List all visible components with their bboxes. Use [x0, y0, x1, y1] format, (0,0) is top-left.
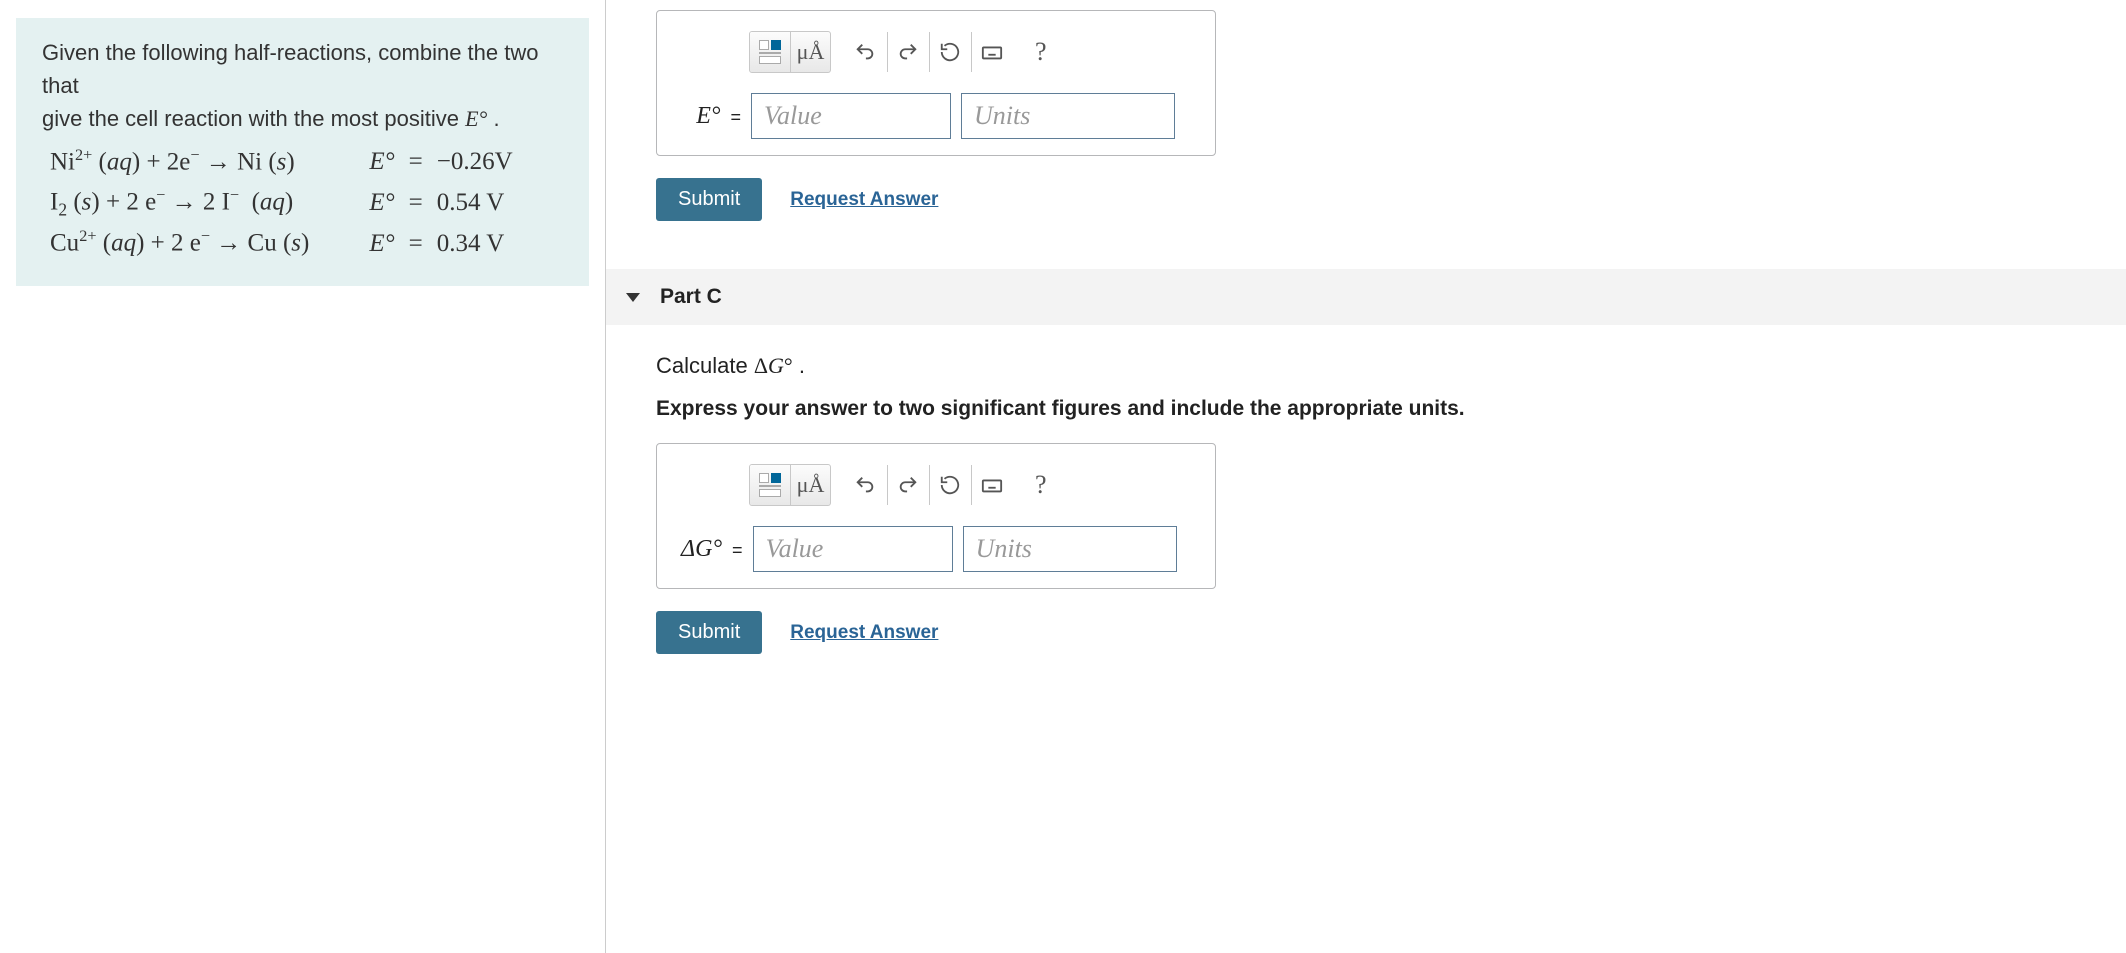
part-c-header[interactable]: Part C	[606, 269, 2126, 325]
keyboard-button[interactable]	[971, 465, 1011, 505]
units-button[interactable]: μÅ	[790, 465, 830, 505]
answer-box-part-c: μÅ ?	[656, 443, 1216, 589]
reaction-formula: Ni2+ (aq) + 2e− → Ni (s)	[44, 143, 315, 181]
fraction-icon	[759, 40, 781, 64]
fraction-template-button[interactable]	[750, 32, 790, 72]
reset-icon	[939, 474, 961, 496]
answer-label-part-b: E° =	[681, 103, 741, 130]
keyboard-button[interactable]	[971, 32, 1011, 72]
e-label: E°	[369, 230, 394, 257]
e-value: 0.54 V	[431, 183, 519, 223]
help-button[interactable]: ?	[1025, 37, 1057, 67]
reset-button[interactable]	[929, 32, 969, 72]
submit-button-part-c[interactable]: Submit	[656, 611, 762, 654]
toolbar-part-c: μÅ ?	[743, 458, 1201, 512]
units-input-part-c[interactable]	[963, 526, 1177, 572]
e-value: 0.34 V	[431, 224, 519, 262]
redo-icon	[897, 474, 919, 496]
half-reactions-table: Ni2+ (aq) + 2e− → Ni (s) E° = −0.26V I2 …	[42, 141, 521, 264]
undo-button[interactable]	[845, 465, 885, 505]
redo-icon	[897, 41, 919, 63]
e-value: −0.26V	[431, 143, 519, 181]
e-label: E°	[369, 148, 394, 175]
equals: =	[403, 143, 429, 181]
undo-button[interactable]	[845, 32, 885, 72]
reset-icon	[939, 41, 961, 63]
redo-button[interactable]	[887, 465, 927, 505]
keyboard-icon	[981, 474, 1003, 496]
fraction-icon	[759, 473, 781, 497]
answer-label-part-c: ΔG° =	[681, 536, 743, 563]
help-button[interactable]: ?	[1025, 470, 1057, 500]
toolbar-part-b: μÅ ?	[743, 25, 1201, 79]
request-answer-link-part-b[interactable]: Request Answer	[790, 189, 938, 211]
fraction-template-button[interactable]	[750, 465, 790, 505]
keyboard-icon	[981, 41, 1003, 63]
part-c-sig-figs: Express your answer to two significant f…	[656, 397, 2126, 421]
request-answer-link-part-c[interactable]: Request Answer	[790, 622, 938, 644]
units-button[interactable]: μÅ	[790, 32, 830, 72]
value-input-part-b[interactable]	[751, 93, 951, 139]
mu-angstrom-icon: μÅ	[797, 39, 825, 65]
reaction-formula: Cu2+ (aq) + 2 e− → Cu (s)	[44, 224, 315, 262]
prompt-text-line1: Given the following half-reactions, comb…	[42, 40, 538, 98]
undo-icon	[854, 474, 876, 496]
answer-box-part-b: μÅ ? E° =	[656, 10, 1216, 156]
half-reaction-row: Cu2+ (aq) + 2 e− → Cu (s) E° = 0.34 V	[44, 224, 519, 262]
question-prompt: Given the following half-reactions, comb…	[16, 18, 589, 286]
prompt-text-line2: give the cell reaction with the most pos…	[42, 106, 465, 131]
part-c-title: Part C	[660, 285, 722, 309]
part-c-instruction: Calculate ΔG° .	[656, 353, 2126, 379]
redo-button[interactable]	[887, 32, 927, 72]
collapse-caret-icon	[626, 293, 640, 302]
undo-icon	[854, 41, 876, 63]
units-input-part-b[interactable]	[961, 93, 1175, 139]
value-input-part-c[interactable]	[753, 526, 953, 572]
half-reaction-row: Ni2+ (aq) + 2e− → Ni (s) E° = −0.26V	[44, 143, 519, 181]
e-symbol: E°	[465, 106, 487, 131]
equals: =	[403, 183, 429, 223]
equals: =	[403, 224, 429, 262]
mu-angstrom-icon: μÅ	[797, 472, 825, 498]
reaction-formula: I2 (s) + 2 e− → 2 I− (aq)	[44, 183, 315, 223]
answer-panel: μÅ ? E° =	[606, 0, 2126, 953]
question-panel: Given the following half-reactions, comb…	[0, 0, 605, 953]
submit-button-part-b[interactable]: Submit	[656, 178, 762, 221]
reset-button[interactable]	[929, 465, 969, 505]
half-reaction-row: I2 (s) + 2 e− → 2 I− (aq) E° = 0.54 V	[44, 183, 519, 223]
e-label: E°	[369, 189, 394, 216]
